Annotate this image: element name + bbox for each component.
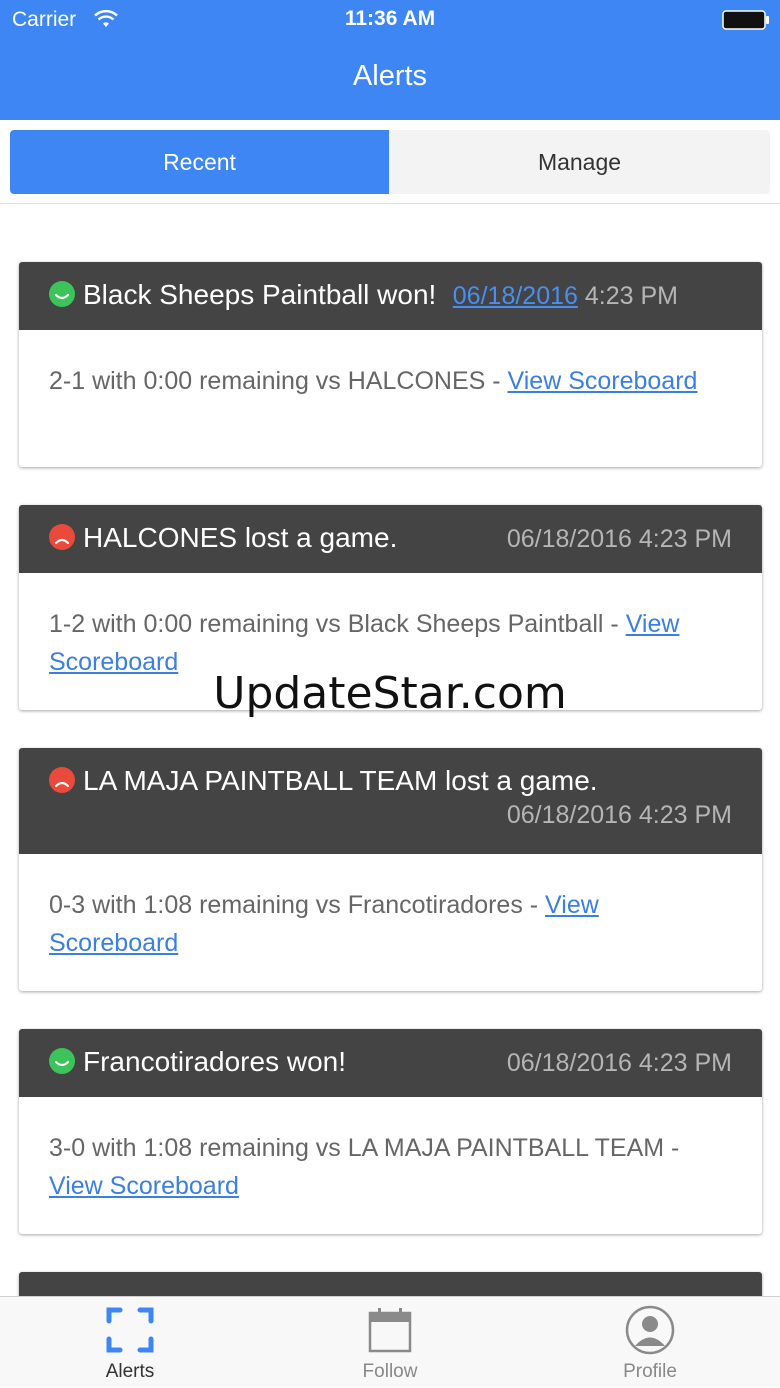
divider: [0, 203, 780, 204]
alert-time: 4:23 PM: [638, 1049, 732, 1077]
alert-header: Francotiradores won! 06/18/2016 4:23 PM: [19, 1029, 762, 1097]
alert-card: LA MAJA PAINTBALL TEAM lost a game. 06/1…: [19, 748, 762, 991]
alert-header: LA MAJA PAINTBALL TEAM lost a game. 06/1…: [19, 748, 762, 854]
alert-text: 2-1 with 0:00 remaining vs HALCONES -: [49, 367, 508, 395]
alert-date-link[interactable]: 06/18/2016: [453, 282, 578, 310]
alert-title: HALCONES lost a game.: [83, 522, 398, 553]
status-bar: Carrier 11:36 AM: [0, 0, 780, 40]
alert-date: 06/18/2016: [506, 801, 632, 829]
alert-date: 06/18/2016: [506, 525, 632, 553]
alert-header: Black Sheeps Paintball won! 06/18/2016 4…: [19, 262, 762, 330]
alert-title: Francotiradores won!: [83, 1046, 347, 1077]
sad-face-icon: [49, 767, 75, 793]
calendar-icon: [368, 1308, 412, 1353]
alert-header: HALCONES lost a game. 06/18/2016 4:23 PM: [19, 505, 762, 573]
page-title: Alerts: [352, 60, 428, 92]
alert-time: 4:23 PM: [638, 525, 732, 553]
view-scoreboard-link[interactable]: View Scoreboard: [49, 1172, 239, 1200]
alert-title: LA MAJA PAINTBALL TEAM lost a game.: [83, 765, 598, 796]
scan-frame-icon: [106, 1307, 154, 1353]
happy-face-icon: [49, 1048, 75, 1074]
happy-face-icon: [49, 281, 75, 307]
alert-text: 1-2 with 0:00 remaining vs Black Sheeps …: [49, 610, 626, 638]
alert-time: 4:23 PM: [584, 282, 678, 310]
tab-profile[interactable]: Profile: [520, 1297, 780, 1388]
alert-body: 2-1 with 0:00 remaining vs HALCONES - Vi…: [19, 330, 762, 430]
alert-body: 3-0 with 1:08 remaining vs LA MAJA PAINT…: [19, 1097, 762, 1234]
tab-label: Follow: [362, 1361, 418, 1382]
segment-manage[interactable]: Manage: [389, 130, 770, 194]
alert-date: 06/18/2016: [506, 1049, 632, 1077]
tab-bar: Alerts Follow Profile: [0, 1296, 780, 1387]
alert-title: Black Sheeps Paintball won!: [83, 279, 437, 310]
alert-time: 4:23 PM: [638, 801, 732, 829]
battery-icon: [722, 10, 769, 30]
alert-text: 3-0 with 1:08 remaining vs LA MAJA PAINT…: [49, 1134, 680, 1162]
segment-recent[interactable]: Recent: [10, 130, 389, 194]
alert-card: Black Sheeps Paintball won! 06/18/2016 4…: [19, 262, 762, 467]
tab-alerts[interactable]: Alerts: [0, 1297, 260, 1388]
clock-label: 11:36 AM: [344, 7, 436, 30]
tab-label: Alerts: [105, 1361, 155, 1382]
view-scoreboard-link[interactable]: View Scoreboard: [508, 367, 698, 395]
tab-label: Profile: [623, 1361, 677, 1382]
alert-body: 0-3 with 1:08 remaining vs Francotirador…: [19, 854, 762, 991]
navigation-bar: Alerts: [0, 40, 780, 120]
tab-follow[interactable]: Follow: [260, 1297, 520, 1388]
profile-icon: [625, 1305, 675, 1355]
alert-card: Francotiradores won! 06/18/2016 4:23 PM …: [19, 1029, 762, 1234]
alert-text: 0-3 with 1:08 remaining vs Francotirador…: [49, 891, 546, 919]
watermark-text: UpdateStar.com: [213, 668, 567, 719]
sad-face-icon: [49, 524, 75, 550]
